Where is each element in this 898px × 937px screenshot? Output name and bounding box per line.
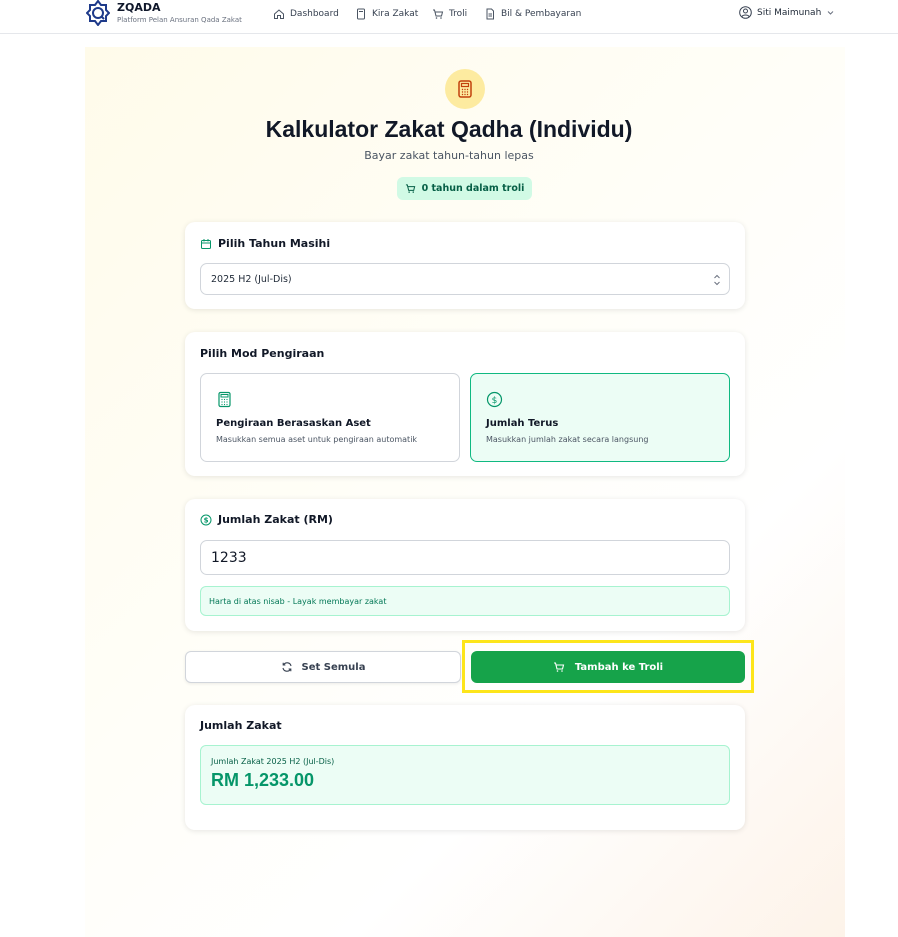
brand-tagline: Platform Pelan Ansuran Qada Zakat <box>117 16 242 24</box>
calculator-icon <box>357 8 365 20</box>
amount-card-title-text: Jumlah Zakat (RM) <box>218 513 333 526</box>
nisab-status-note: Harta di atas nisab - Layak membayar zak… <box>200 586 730 616</box>
calendar-icon <box>201 238 211 249</box>
refresh-icon <box>281 662 292 672</box>
nav-kira-zakat-label: Kira Zakat <box>372 9 419 19</box>
year-card-title-text: Pilih Tahun Masihi <box>218 237 331 250</box>
brand-name: ZQADA <box>117 1 161 14</box>
svg-text:$: $ <box>204 516 209 524</box>
calculator-icon <box>218 391 231 408</box>
page-subtitle: Bayar zakat tahun-tahun lepas <box>364 149 534 162</box>
mode-asset-description: Masukkan semua aset untuk pengiraan auto… <box>216 435 418 444</box>
cart-icon <box>553 662 565 672</box>
summary-card: Jumlah Zakat Jumlah Zakat 2025 H2 (Jul-D… <box>185 705 745 830</box>
year-card: Pilih Tahun Masihi 2025 H2 (Jul-Dis) <box>185 222 745 309</box>
nav-dashboard-label: Dashboard <box>290 9 339 19</box>
amount-input-value: 1233 <box>211 549 247 566</box>
nav-troli[interactable]: Troli <box>432 7 467 21</box>
hero-icon-badge <box>445 69 485 109</box>
dollar-circle-icon: $ <box>200 514 212 525</box>
mode-direct-description: Masukkan jumlah zakat secara langsung <box>486 435 649 444</box>
user-menu[interactable]: Siti Maimunah <box>739 6 835 19</box>
year-card-title: Pilih Tahun Masihi <box>200 237 330 250</box>
user-icon <box>739 6 752 19</box>
nav-bil-pembayaran[interactable]: Bil & Pembayaran <box>484 7 581 21</box>
calculator-icon <box>458 80 472 98</box>
mode-card: Pilih Mod Pengiraan Pengiraan Berasaskan… <box>185 332 745 476</box>
summary-value: RM 1,233.00 <box>211 770 315 790</box>
page-title: Kalkulator Zakat Qadha (Individu) <box>265 116 633 142</box>
home-icon <box>274 9 284 19</box>
document-icon <box>486 8 494 20</box>
mode-option-asset[interactable]: Pengiraan Berasaskan Aset Masukkan semua… <box>200 373 460 462</box>
cart-icon <box>433 9 444 19</box>
mode-direct-label: Jumlah Terus <box>486 418 559 429</box>
nav-kira-zakat[interactable]: Kira Zakat <box>355 7 418 21</box>
amount-input[interactable]: 1233 <box>200 540 730 575</box>
select-arrows-icon <box>714 274 720 286</box>
nav-bil-label: Bil & Pembayaran <box>501 9 582 19</box>
add-to-cart-button[interactable]: Tambah ke Troli <box>471 651 745 683</box>
cart-badge-text: 0 tahun dalam troli <box>421 183 525 194</box>
mode-option-direct[interactable]: $ Jumlah Terus Masukkan jumlah zakat sec… <box>470 373 730 462</box>
dollar-circle-icon: $ <box>486 391 503 408</box>
summary-box: Jumlah Zakat 2025 H2 (Jul-Dis) RM 1,233.… <box>200 745 730 805</box>
year-select-value: 2025 H2 (Jul-Dis) <box>211 273 292 285</box>
reset-button-label: Set Semula <box>301 661 366 673</box>
year-select[interactable]: 2025 H2 (Jul-Dis) <box>200 263 730 295</box>
nav-dashboard[interactable]: Dashboard <box>273 7 339 21</box>
cart-count-badge[interactable]: 0 tahun dalam troli <box>397 177 532 200</box>
user-name: Siti Maimunah <box>757 7 822 18</box>
mode-asset-label: Pengiraan Berasaskan Aset <box>216 418 371 429</box>
nav-troli-label: Troli <box>449 9 468 19</box>
svg-text:$: $ <box>492 396 498 406</box>
summary-card-title: Jumlah Zakat <box>200 719 282 732</box>
top-navbar: ZQADA Platform Pelan Ansuran Qada Zakat … <box>0 0 898 34</box>
cart-icon <box>405 184 415 193</box>
reset-button[interactable]: Set Semula <box>185 651 461 683</box>
add-to-cart-label: Tambah ke Troli <box>574 661 664 673</box>
amount-card: $ Jumlah Zakat (RM) 1233 Harta di atas n… <box>185 499 745 631</box>
amount-card-title: $ Jumlah Zakat (RM) <box>200 513 333 526</box>
logo-icon[interactable] <box>86 0 110 26</box>
mode-card-title: Pilih Mod Pengiraan <box>200 347 325 360</box>
summary-label: Jumlah Zakat 2025 H2 (Jul-Dis) <box>211 757 335 766</box>
chevron-down-icon <box>827 11 834 15</box>
